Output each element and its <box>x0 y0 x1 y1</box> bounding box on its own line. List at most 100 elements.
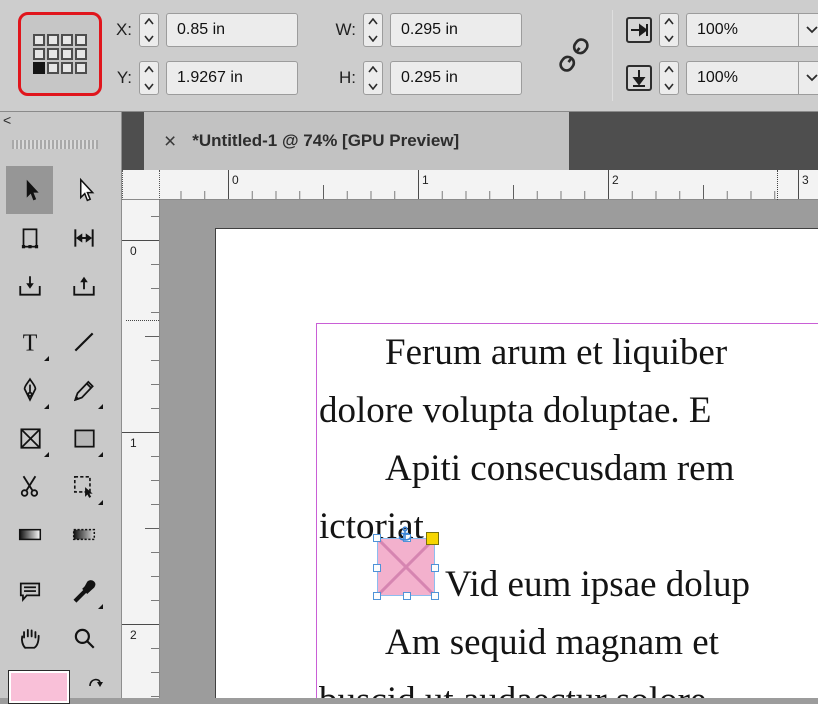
text-line[interactable]: dolore volupta doluptae. E <box>319 382 712 440</box>
selection-handle[interactable] <box>431 592 439 600</box>
w-stepper[interactable] <box>363 13 383 47</box>
frame-tool[interactable] <box>6 414 53 462</box>
width-field[interactable] <box>390 13 522 47</box>
hand-tool[interactable] <box>6 614 53 662</box>
scale-x-field[interactable] <box>686 13 798 47</box>
rectangle-icon <box>73 429 95 448</box>
selection-handle[interactable] <box>431 564 439 572</box>
placeholder-x-icon <box>378 539 434 595</box>
x-stepper[interactable] <box>139 13 159 47</box>
tab-title: *Untitled-1 @ 74% [GPU Preview] <box>192 131 460 150</box>
text-line[interactable]: Apiti consecusdam rem <box>319 440 734 498</box>
scale-y-dropdown[interactable] <box>798 61 818 95</box>
selection-handle[interactable] <box>373 564 381 572</box>
page-tool[interactable] <box>6 214 53 262</box>
edit-corners-adornment[interactable] <box>426 532 439 545</box>
ruler-position-marker <box>126 320 159 321</box>
proxy-cell[interactable] <box>75 48 87 60</box>
proxy-cell[interactable] <box>61 48 73 60</box>
panel-grip-handle[interactable] <box>12 140 98 149</box>
free-transform-tool[interactable] <box>60 462 107 510</box>
scale-x-dropdown[interactable] <box>798 13 818 47</box>
proxy-cell[interactable] <box>75 34 87 46</box>
content-collector-tool[interactable] <box>6 262 53 310</box>
x-field[interactable] <box>166 13 298 47</box>
gradient-feather-icon <box>72 528 95 541</box>
chevron-down-icon <box>806 26 818 34</box>
reference-point-grid <box>33 34 87 74</box>
direct-selection-tool[interactable] <box>60 166 107 214</box>
proxy-cell[interactable] <box>61 34 73 46</box>
text-line[interactable]: Am sequid magnam et <box>319 614 719 672</box>
svg-text:T: T <box>22 331 37 355</box>
proxy-cell[interactable] <box>47 34 59 46</box>
selection-handle[interactable] <box>403 592 411 600</box>
content-collector-icon <box>18 276 41 296</box>
proxy-cell[interactable] <box>47 62 59 74</box>
ruler-label: 2 <box>130 628 137 642</box>
fill-color-swatch[interactable] <box>8 670 70 704</box>
document-canvas[interactable]: Ferum arum et liquiber dolore volupta do… <box>160 200 818 698</box>
type-tool[interactable]: T <box>6 318 53 366</box>
scale-y-stepper[interactable] <box>659 61 679 95</box>
text-line[interactable]: buscid ut audaectur solore <box>319 672 706 698</box>
scale-y-field[interactable] <box>686 61 798 95</box>
reference-point-proxy[interactable] <box>18 12 102 96</box>
y-field[interactable] <box>166 61 298 95</box>
y-stepper[interactable] <box>139 61 159 95</box>
h-stepper[interactable] <box>363 61 383 95</box>
stepper-up-icon <box>664 18 674 25</box>
stepper-up-icon <box>368 18 378 25</box>
rectangle-tool[interactable] <box>60 414 107 462</box>
ruler-label: 1 <box>130 436 137 450</box>
proxy-cell-selected[interactable] <box>33 62 45 74</box>
selection-tool[interactable] <box>6 166 53 214</box>
vertical-ruler[interactable]: 0 1 2 <box>122 200 160 698</box>
stepper-up-icon <box>144 66 154 73</box>
stepper-down-icon <box>664 35 674 42</box>
page[interactable]: Ferum arum et liquiber dolore volupta do… <box>215 228 818 698</box>
height-field[interactable] <box>390 61 522 95</box>
stepper-down-icon <box>144 83 154 90</box>
gradient-swatch-icon <box>18 528 41 541</box>
proxy-cell[interactable] <box>75 62 87 74</box>
selection-handle[interactable] <box>373 592 381 600</box>
ruler-label: 0 <box>232 173 239 187</box>
stepper-down-icon <box>144 35 154 42</box>
constrain-proportions-broken-link-icon[interactable] <box>558 34 590 76</box>
gap-tool[interactable] <box>60 214 107 262</box>
document-tab[interactable]: × *Untitled-1 @ 74% [GPU Preview] <box>144 112 569 170</box>
free-transform-icon <box>73 475 93 498</box>
gradient-swatch-tool[interactable] <box>6 510 53 558</box>
scissors-tool[interactable] <box>6 462 53 510</box>
zoom-tool[interactable] <box>60 614 107 662</box>
note-tool[interactable] <box>6 566 53 614</box>
scale-x-stepper[interactable] <box>659 13 679 47</box>
pen-tool[interactable] <box>6 366 53 414</box>
swap-fill-stroke-icon[interactable] <box>86 672 108 694</box>
horizontal-ruler[interactable]: 0 1 2 3 <box>160 170 818 200</box>
gradient-feather-tool[interactable] <box>60 510 107 558</box>
control-panel: X: Y: W: H: <box>0 0 818 112</box>
text-frame[interactable]: Ferum arum et liquiber dolore volupta do… <box>316 323 818 698</box>
selection-handle[interactable] <box>373 534 381 542</box>
eyedropper-tool[interactable] <box>60 566 107 614</box>
scissors-icon <box>20 475 38 497</box>
pencil-tool[interactable] <box>60 366 107 414</box>
proxy-cell[interactable] <box>47 48 59 60</box>
anchor-icon[interactable] <box>398 526 412 544</box>
gap-icon <box>73 229 94 247</box>
ruler-position-marker <box>777 170 778 200</box>
collapse-dock-icon[interactable]: < <box>3 112 11 128</box>
tab-close-icon[interactable]: × <box>164 131 176 152</box>
line-tool[interactable] <box>60 318 107 366</box>
ruler-corner[interactable] <box>122 170 160 200</box>
note-icon <box>19 582 40 603</box>
proxy-cell[interactable] <box>61 62 73 74</box>
proxy-cell[interactable] <box>33 48 45 60</box>
anchored-object[interactable] <box>373 526 439 600</box>
content-placer-tool[interactable] <box>60 262 107 310</box>
proxy-cell[interactable] <box>33 34 45 46</box>
text-line[interactable]: Ferum arum et liquiber <box>319 324 727 382</box>
pencil-icon <box>73 380 94 402</box>
